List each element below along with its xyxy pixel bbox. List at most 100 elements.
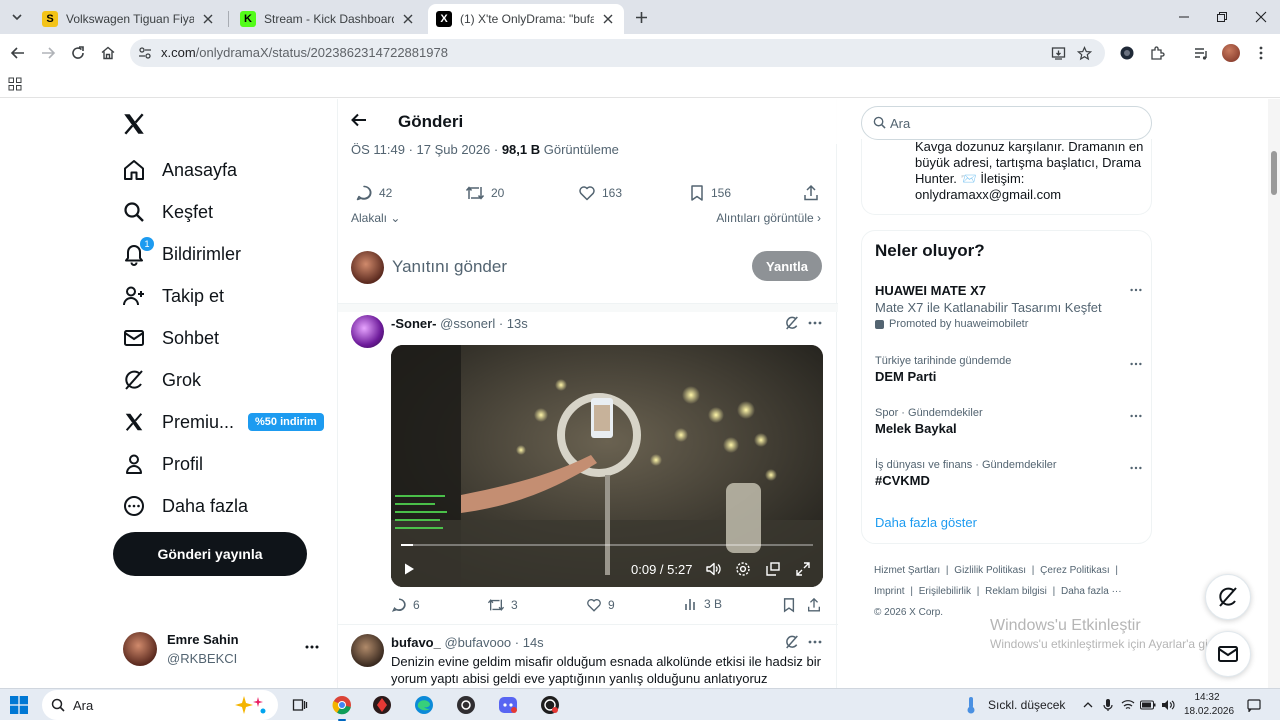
more-horizontal-icon[interactable]: [304, 639, 320, 655]
footer-link[interactable]: Çerez Politikası: [1040, 565, 1109, 576]
app-icon[interactable]: [538, 693, 562, 717]
video-player[interactable]: 0:09 / 5:27: [391, 345, 823, 587]
video-progress-bar[interactable]: [401, 544, 813, 546]
reply-action[interactable]: 6: [391, 597, 420, 613]
footer-link[interactable]: Imprint: [874, 586, 905, 597]
scrollbar-thumb[interactable]: [1271, 151, 1277, 195]
grok-icon[interactable]: [784, 315, 800, 331]
reply-tweet[interactable]: bufavo_ @bufavooo · 14s Denizin evine ge…: [338, 634, 838, 688]
nav-more[interactable]: Daha fazla: [120, 489, 248, 523]
more-horizontal-icon[interactable]: [1129, 461, 1143, 475]
like-action[interactable]: 9: [586, 597, 615, 613]
x-logo-icon[interactable]: [121, 111, 149, 139]
share-action[interactable]: [806, 597, 828, 613]
minimize-button[interactable]: [1173, 6, 1195, 28]
more-horizontal-icon[interactable]: [807, 634, 823, 650]
wifi-icon[interactable]: [1120, 697, 1136, 713]
battery-icon[interactable]: [1140, 697, 1156, 713]
picture-in-picture-icon[interactable]: [763, 559, 783, 579]
reply-action[interactable]: 42: [355, 184, 392, 202]
edge-icon[interactable]: [412, 693, 436, 717]
windows-start-icon[interactable]: [10, 696, 28, 714]
extensions-puzzle-icon[interactable]: [1146, 42, 1168, 64]
show-more-link[interactable]: Daha fazla göster: [875, 515, 977, 530]
home-button[interactable]: [97, 42, 119, 64]
close-icon[interactable]: [400, 11, 416, 27]
nav-home[interactable]: Anasayfa: [120, 153, 237, 187]
bookmark-action[interactable]: [782, 597, 802, 613]
task-view-icon[interactable]: [288, 693, 312, 717]
more-horizontal-icon[interactable]: [1129, 357, 1143, 371]
reply-button[interactable]: Yanıtla: [752, 251, 822, 281]
nav-explore[interactable]: Keşfet: [120, 195, 213, 229]
tweet-author-name[interactable]: -Soner-: [391, 316, 437, 331]
apps-grid-icon[interactable]: [8, 77, 22, 91]
grok-icon[interactable]: [784, 634, 800, 650]
chevron-up-icon[interactable]: [1080, 697, 1096, 713]
discord-icon[interactable]: [496, 693, 520, 717]
avatar[interactable]: [351, 315, 384, 348]
taskbar-search[interactable]: Ara: [42, 690, 278, 720]
post-button[interactable]: Gönderi yayınla: [113, 532, 307, 576]
footer-link[interactable]: Reklam bilgisi: [985, 586, 1047, 597]
close-window-button[interactable]: [1250, 6, 1272, 28]
tab-volkswagen[interactable]: S Volkswagen Tiguan Fiyatları & Ö: [34, 4, 224, 34]
view-quotes-link[interactable]: Alıntıları görüntüle ›: [716, 211, 821, 225]
avatar[interactable]: [351, 634, 384, 667]
tweet-author-name[interactable]: bufavo_: [391, 635, 441, 650]
arrow-left-icon[interactable]: [350, 111, 368, 129]
page-scrollbar[interactable]: [1268, 99, 1280, 688]
media-control-icon[interactable]: [1190, 42, 1212, 64]
tab-kick-dashboard[interactable]: K Stream - Kick Dashboard: [232, 4, 424, 34]
clock[interactable]: 14:32 18.02.2026: [1184, 691, 1234, 719]
extension-icon[interactable]: [1116, 42, 1138, 64]
fullscreen-icon[interactable]: [793, 559, 813, 579]
trend-item[interactable]: Türkiye tarihinde gündemde DEM Parti: [875, 355, 1145, 384]
install-app-icon[interactable]: [1050, 45, 1066, 61]
new-tab-button[interactable]: [630, 7, 652, 27]
account-switcher[interactable]: Emre Sahin @RKBEKCI: [120, 627, 320, 671]
footer-link[interactable]: Daha fazla ···: [1061, 586, 1122, 597]
reload-button[interactable]: [67, 42, 89, 64]
close-icon[interactable]: [600, 11, 616, 27]
tab-x-onlydrama[interactable]: X (1) X'te OnlyDrama: "bufavo'nu: [428, 4, 624, 34]
trend-item[interactable]: İş dünyası ve finans · Gündemdekiler #CV…: [875, 459, 1145, 488]
nav-follow[interactable]: Takip et: [120, 279, 224, 313]
messages-floating-button[interactable]: [1205, 631, 1251, 677]
address-bar[interactable]: x.com/onlydramaX/status/2023862314722881…: [130, 39, 1105, 67]
tweet-author-handle[interactable]: @ssonerl · 13s: [440, 316, 528, 331]
obs-icon[interactable]: [454, 693, 478, 717]
search-input[interactable]: Ara: [861, 106, 1152, 140]
nav-premium[interactable]: Premiu... %50 indirim: [120, 405, 324, 439]
like-action[interactable]: 163: [578, 184, 622, 202]
more-horizontal-icon[interactable]: [1129, 283, 1143, 297]
nav-notifications[interactable]: 1 Bildirimler: [120, 237, 241, 271]
tweet-author-handle[interactable]: @bufavooo · 14s: [444, 635, 543, 650]
reply-input[interactable]: Yanıtını gönder: [392, 257, 507, 277]
trend-item[interactable]: Spor · Gündemdekiler Melek Baykal: [875, 407, 1145, 436]
more-horizontal-icon[interactable]: [1129, 409, 1143, 423]
footer-link[interactable]: Hizmet Şartları: [874, 565, 940, 576]
settings-gear-icon[interactable]: [733, 559, 753, 579]
microphone-icon[interactable]: [1100, 697, 1116, 713]
nav-profile[interactable]: Profil: [120, 447, 203, 481]
nav-chat[interactable]: Sohbet: [120, 321, 219, 355]
volume-icon[interactable]: [703, 559, 723, 579]
bookmark-star-icon[interactable]: [1076, 45, 1092, 61]
site-settings-icon[interactable]: [137, 45, 153, 61]
notification-center-icon[interactable]: [1246, 697, 1262, 713]
tab-search-button[interactable]: [6, 7, 28, 27]
footer-link[interactable]: Gizlilik Politikası: [954, 565, 1026, 576]
share-action[interactable]: [802, 184, 826, 202]
views-action[interactable]: 3 B: [684, 597, 722, 611]
repost-action[interactable]: 20: [465, 184, 504, 202]
footer-link[interactable]: Erişilebilirlik: [919, 586, 971, 597]
trend-item[interactable]: HUAWEI MATE X7 Mate X7 ile Katlanabilir …: [875, 281, 1145, 330]
related-dropdown[interactable]: Alakalı ⌄: [351, 211, 400, 225]
close-icon[interactable]: [200, 11, 216, 27]
reply-tweet[interactable]: -Soner- @ssonerl · 13s 0:09 / 5:27 6 3 9…: [338, 315, 838, 615]
back-button[interactable]: [7, 42, 29, 64]
app-icon[interactable]: [370, 693, 394, 717]
grok-floating-button[interactable]: [1205, 574, 1251, 620]
speaker-icon[interactable]: [1160, 697, 1176, 713]
